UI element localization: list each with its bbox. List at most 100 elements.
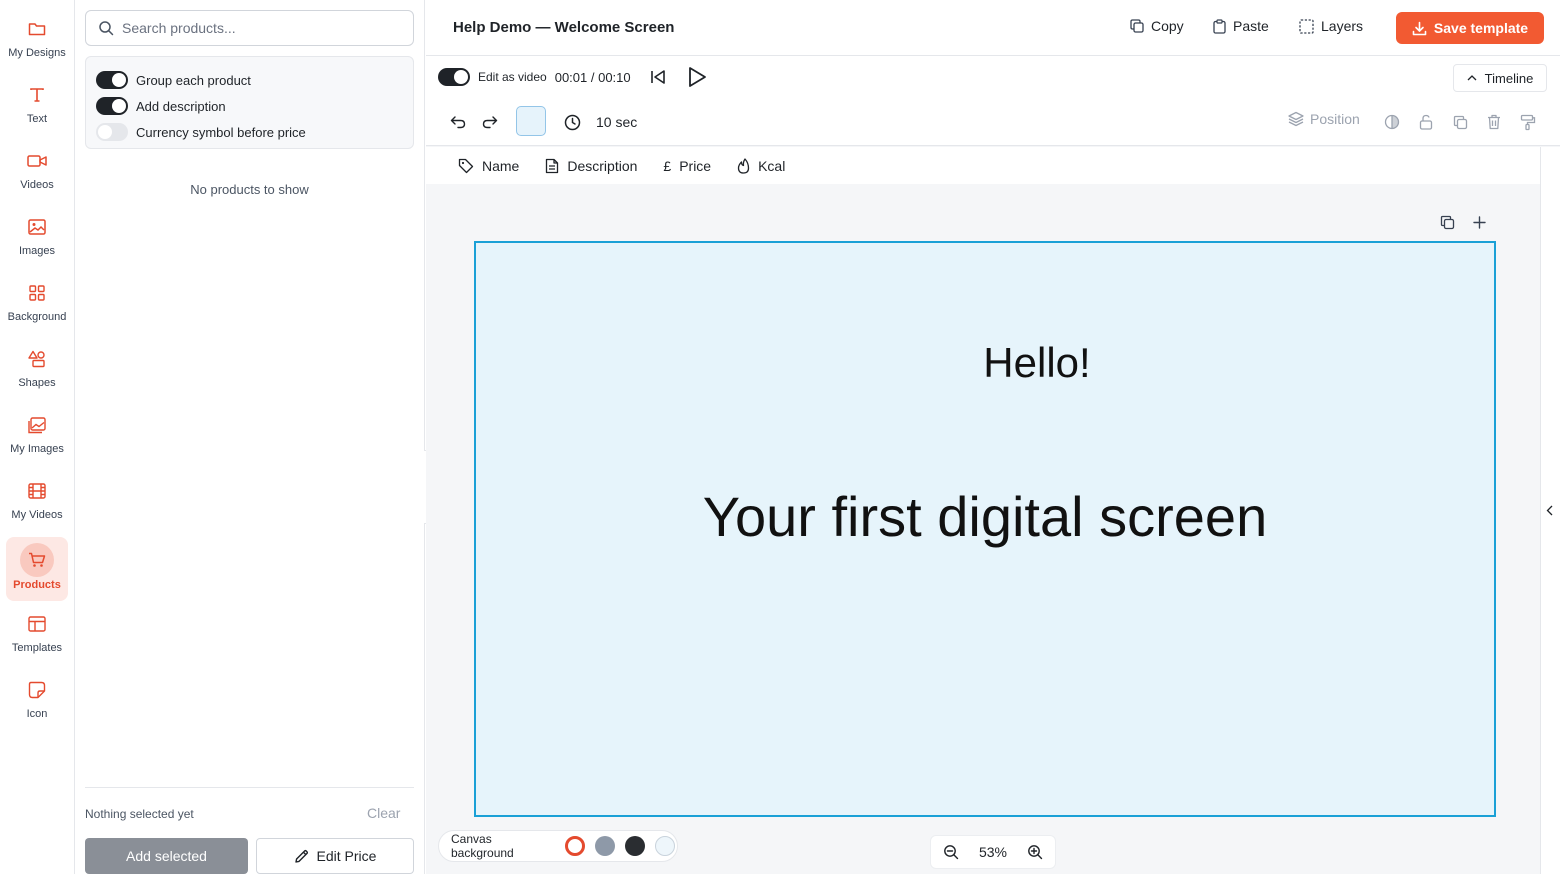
field-label: Kcal [758,157,786,174]
timeline-label: Timeline [1484,70,1534,86]
copy-button[interactable]: Copy [1130,18,1184,34]
rail-label: Templates [11,642,63,654]
rail-label: Images [18,245,56,257]
option-label: Group each product [136,72,251,88]
video-camera-icon [22,146,52,176]
trash-icon[interactable] [1482,110,1506,134]
paste-label: Paste [1233,18,1269,34]
undo-icon[interactable] [446,110,470,134]
swatch-dark[interactable] [625,836,645,856]
field-name[interactable]: Name [458,158,519,174]
headline-text[interactable]: Your first digital screen [476,483,1494,550]
zoom-out-icon[interactable] [943,844,959,860]
rail-item-my-designs[interactable]: My Designs [6,6,68,68]
product-field-bar: Name Description £ Price Kcal [426,147,1540,184]
shapes-icon [22,344,52,374]
chevron-left-icon[interactable] [1546,505,1553,516]
field-description[interactable]: Description [545,158,637,174]
cart-icon [20,543,54,577]
paste-button[interactable]: Paste [1213,18,1269,34]
duplicate-icon[interactable] [1448,110,1472,134]
image-icon [22,212,52,242]
clear-button[interactable]: Clear [367,805,400,821]
rail-item-text[interactable]: Text [6,72,68,134]
search-box [85,10,414,46]
tag-icon [458,158,474,174]
field-price[interactable]: £ Price [663,158,711,174]
field-label: Name [482,157,520,174]
rail-item-my-images[interactable]: My Images [6,402,68,464]
rail-label: Icon [26,708,48,720]
text-icon [22,80,52,110]
zoom-in-icon[interactable] [1027,844,1043,860]
selection-status: Nothing selected yet [85,807,194,821]
rail-item-images[interactable]: Images [6,204,68,266]
editor-main: Help Demo — Welcome Screen Copy Paste La… [426,0,1560,874]
opacity-icon[interactable] [1380,110,1404,134]
edit-as-video-label: Edit as video [478,70,547,84]
clock-icon[interactable] [560,110,584,134]
add-description-toggle[interactable] [96,97,128,115]
timeline-button[interactable]: Timeline [1453,64,1547,92]
option-add-description: Add description [96,93,403,119]
rail-label: Background [7,311,67,323]
layers-button[interactable]: Layers [1299,18,1363,34]
save-template-button[interactable]: Save template [1396,12,1544,44]
time-display: 00:01 / 00:10 [554,69,631,85]
skip-back-icon[interactable] [649,68,667,86]
film-icon [22,476,52,506]
zoom-level: 53% [978,844,1008,860]
currency-symbol-toggle[interactable] [96,123,128,141]
panel-footer-divider [85,787,414,788]
product-options: Group each product Add description Curre… [85,56,414,149]
search-input[interactable] [122,20,402,36]
copy-label: Copy [1151,18,1184,34]
edit-price-label: Edit Price [316,848,377,864]
rail-item-my-videos[interactable]: My Videos [6,468,68,530]
edit-as-video-toggle[interactable] [438,68,470,86]
rail-item-icon[interactable]: Icon [6,667,68,729]
option-label: Add description [136,98,226,114]
products-panel: Group each product Add description Curre… [75,0,425,874]
rail-label: My Videos [11,509,63,521]
edit-price-button[interactable]: Edit Price [256,838,414,874]
save-template-label: Save template [1433,20,1529,36]
rail-item-shapes[interactable]: Shapes [6,336,68,398]
selection-box-icon [1299,18,1314,34]
pound-icon: £ [663,157,672,174]
redo-icon[interactable] [478,110,502,134]
images-stack-icon [22,410,52,440]
paint-roller-icon[interactable] [1516,110,1540,134]
add-selected-button[interactable]: Add selected [85,838,248,874]
pencil-icon [294,849,309,864]
option-label: Currency symbol before price [136,124,306,140]
copy-icon [1130,19,1144,33]
field-kcal[interactable]: Kcal [737,158,785,174]
hello-text[interactable]: Hello! [476,339,1560,387]
play-icon[interactable] [687,66,707,88]
rail-item-products[interactable]: Products [6,537,68,601]
group-each-product-toggle[interactable] [96,71,128,89]
background-color-swatch[interactable] [516,106,546,136]
rail-item-templates[interactable]: Templates [6,601,68,663]
template-icon [22,609,52,639]
zoom-control: 53% [930,835,1056,869]
rail-item-background[interactable]: Background [6,270,68,332]
position-label: Position [1310,111,1360,127]
swatch-light-blue[interactable] [655,836,675,856]
design-canvas[interactable]: Hello! Your first digital screen [474,241,1496,817]
grid-icon [22,278,52,308]
flame-icon [737,157,750,174]
swatch-white[interactable] [565,836,585,856]
rail-label: Shapes [18,377,56,389]
field-label: Description [567,157,638,174]
document-icon [545,158,559,174]
copy-page-icon[interactable] [1435,210,1459,234]
canvas-background-picker: Canvas background [438,830,678,862]
add-page-icon[interactable] [1467,210,1491,234]
rail-item-videos[interactable]: Videos [6,138,68,200]
position-button[interactable]: Position [1288,111,1360,127]
unlock-icon[interactable] [1414,110,1438,134]
rail-label: Text [26,113,48,125]
swatch-gray[interactable] [595,836,615,856]
